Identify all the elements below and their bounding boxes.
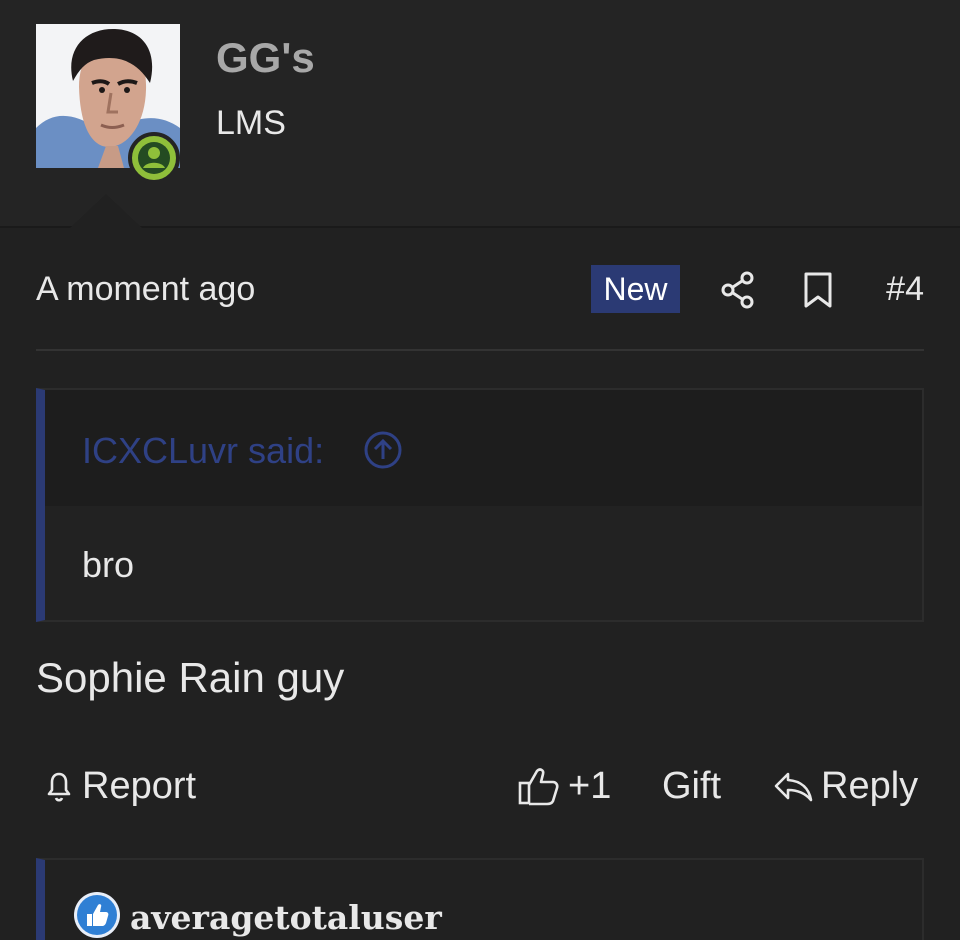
reaction-username[interactable]: averagetotaluser [130, 898, 442, 937]
post-actions: Report +1 Gift Reply [36, 756, 924, 816]
quote-block: ICXCLuvr said: bro [36, 388, 924, 622]
like-button[interactable]: +1 [516, 756, 611, 816]
share-icon[interactable] [720, 270, 756, 315]
like-badge-icon [74, 892, 120, 938]
report-label: Report [82, 764, 197, 807]
post-container: GG's LMS A moment ago New #4 ICXCLuvr sa… [0, 0, 960, 940]
report-button[interactable]: Report [42, 756, 196, 816]
online-status-badge [128, 132, 180, 184]
post-meta-row: A moment ago New #4 [36, 260, 924, 320]
user-online-icon [138, 142, 170, 174]
arrow-up-circle-icon[interactable] [363, 430, 403, 475]
username[interactable]: GG's [216, 34, 315, 82]
next-reaction-block: averagetotaluser [36, 858, 924, 940]
user-block-caret [70, 194, 142, 228]
reply-button[interactable]: Reply [771, 756, 918, 816]
quote-body: bro [45, 506, 922, 620]
post-body: Sophie Rain guy [36, 654, 345, 701]
reply-label: Reply [821, 764, 919, 807]
quote-text: bro [82, 544, 135, 585]
user-title: LMS [216, 104, 286, 142]
quote-author-link[interactable]: ICXCLuvr said: [82, 430, 324, 472]
bell-icon [47, 772, 71, 802]
gift-button[interactable]: Gift [662, 756, 721, 816]
post-number-link[interactable]: #4 [886, 270, 924, 309]
meta-divider [36, 349, 924, 351]
new-badge: New [591, 265, 680, 313]
like-count: +1 [568, 764, 612, 807]
quote-header: ICXCLuvr said: [45, 390, 922, 506]
reply-arrow-icon [774, 772, 813, 802]
thumbs-up-icon [518, 768, 559, 806]
post-timestamp[interactable]: A moment ago [36, 270, 255, 309]
user-info-block: GG's LMS [0, 0, 960, 228]
bookmark-icon[interactable] [802, 270, 834, 315]
